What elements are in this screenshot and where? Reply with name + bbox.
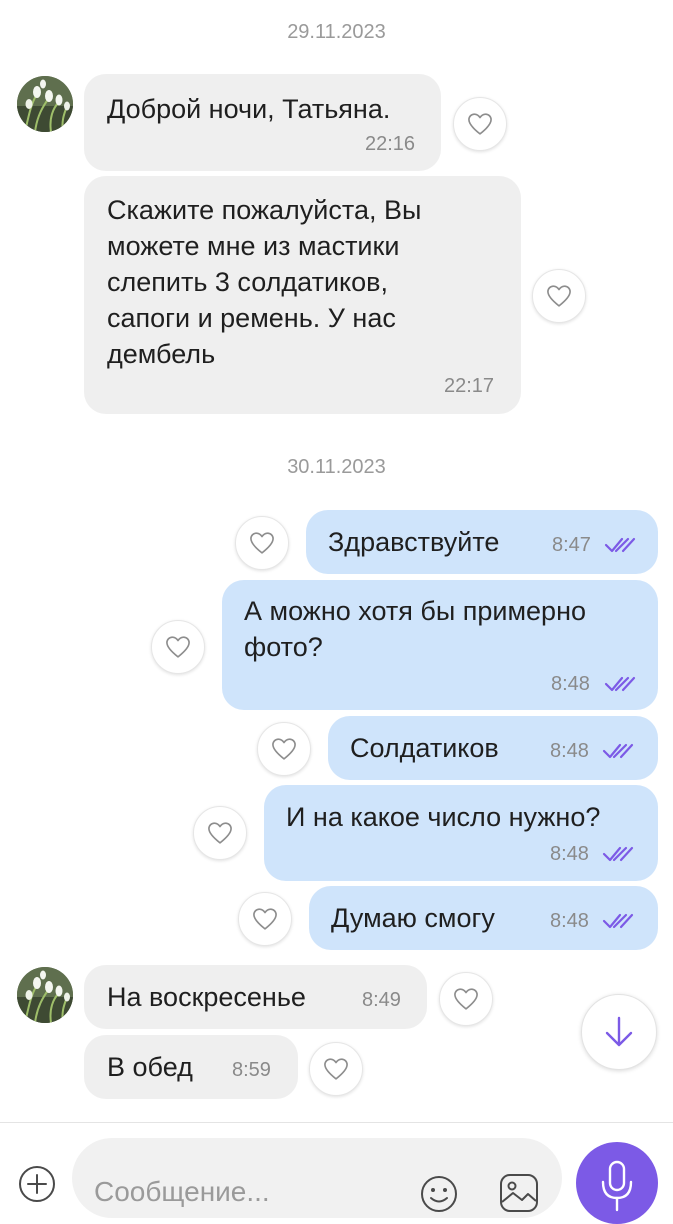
like-button[interactable] (151, 620, 205, 674)
message-bubble-outgoing[interactable]: Солдатиков 8:48 (328, 716, 658, 780)
avatar-image (17, 967, 73, 1023)
message-bubble-incoming[interactable]: В обед 8:59 (84, 1035, 298, 1099)
attach-button[interactable] (19, 1166, 55, 1202)
message-text: Солдатиков (350, 733, 499, 763)
message-time: 22:17 (444, 375, 495, 397)
double-check-icon (604, 674, 636, 694)
image-icon[interactable] (498, 1172, 540, 1214)
arrow-down-icon (605, 1016, 633, 1047)
double-check-icon (602, 844, 634, 864)
message-time: 8:48 (551, 673, 590, 695)
message-time: 8:47 (552, 534, 591, 556)
like-button[interactable] (309, 1042, 363, 1096)
heart-icon (466, 110, 494, 138)
message-text: На воскресенье (107, 982, 306, 1012)
voice-message-button[interactable] (576, 1142, 658, 1224)
heart-icon (545, 282, 573, 310)
message-time: 8:48 (550, 740, 589, 762)
message-text: А можно хотя бы примерно фото? (244, 596, 586, 662)
message-input[interactable] (94, 1176, 394, 1208)
message-text: Доброй ночи, Татьяна. (107, 94, 391, 124)
message-bubble-incoming[interactable]: Доброй ночи, Татьяна. 22:16 (84, 74, 441, 171)
heart-icon (270, 735, 298, 763)
plus-icon (27, 1174, 47, 1194)
message-text: Здравствуйте (328, 527, 500, 557)
like-button[interactable] (193, 806, 247, 860)
message-input-container (72, 1138, 562, 1218)
message-text: В обед (107, 1052, 193, 1082)
message-bubble-incoming[interactable]: На воскресенье 8:49 (84, 965, 427, 1029)
contact-avatar[interactable] (17, 967, 73, 1023)
message-text: И на какое число нужно? (286, 802, 601, 832)
double-check-icon (602, 911, 634, 931)
contact-avatar[interactable] (17, 76, 73, 132)
like-button[interactable] (257, 722, 311, 776)
like-button[interactable] (453, 97, 507, 151)
message-text: Скажите пожалуйста, Вы можете мне из мас… (107, 195, 422, 369)
heart-icon (206, 819, 234, 847)
like-button[interactable] (235, 516, 289, 570)
smiley-icon[interactable] (419, 1174, 459, 1214)
microphone-icon (601, 1160, 633, 1212)
scroll-to-bottom-button[interactable] (581, 994, 657, 1070)
heart-icon (248, 529, 276, 557)
heart-icon (322, 1055, 350, 1083)
message-time: 8:48 (550, 910, 589, 932)
like-button[interactable] (439, 972, 493, 1026)
message-time: 8:59 (232, 1059, 271, 1081)
like-button[interactable] (532, 269, 586, 323)
avatar-image (17, 76, 73, 132)
message-composer (0, 1122, 673, 1224)
heart-icon (251, 905, 279, 933)
message-time: 22:16 (365, 133, 416, 155)
like-button[interactable] (238, 892, 292, 946)
heart-icon (164, 633, 192, 661)
message-bubble-outgoing[interactable]: Думаю смогу 8:48 (309, 886, 658, 950)
message-bubble-outgoing[interactable]: Здравствуйте 8:47 (306, 510, 658, 574)
message-time: 8:48 (550, 843, 589, 865)
message-bubble-outgoing[interactable]: И на какое число нужно? 8:48 (264, 785, 658, 881)
double-check-icon (604, 535, 636, 555)
date-separator: 29.11.2023 (287, 21, 386, 43)
heart-icon (452, 985, 480, 1013)
message-bubble-outgoing[interactable]: А можно хотя бы примерно фото? 8:48 (222, 580, 658, 710)
message-time: 8:49 (362, 989, 401, 1011)
message-text: Думаю смогу (331, 903, 495, 933)
message-bubble-incoming[interactable]: Скажите пожалуйста, Вы можете мне из мас… (84, 176, 521, 414)
date-separator: 30.11.2023 (287, 456, 386, 478)
double-check-icon (602, 741, 634, 761)
